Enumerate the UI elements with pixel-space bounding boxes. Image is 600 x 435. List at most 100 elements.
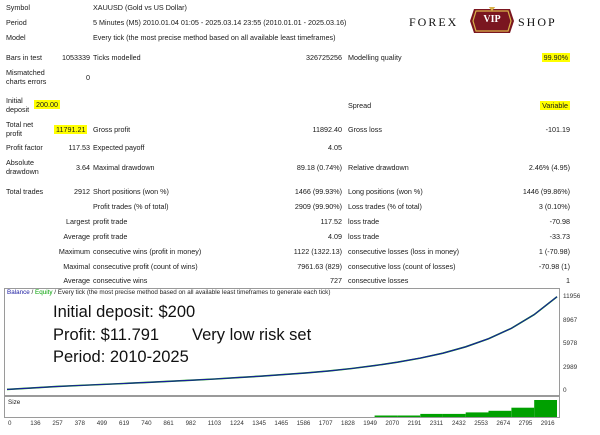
x-tick-label: 1707 [318,420,333,427]
net-label-2: profit [6,129,22,138]
x-tick-label: 378 [74,420,85,427]
x-tick-label: 1103 [207,420,222,427]
logo-badge-text: VIP [483,14,501,25]
gross-profit-label: Gross profit [93,125,131,134]
quality-highlight: 99.90% [541,53,570,62]
maximal-profit-value: 7961.63 (829) [297,262,342,271]
net-value: 11791.21 [54,125,88,134]
deposit-highlight: 200.00 [34,100,60,109]
mismatch-value: 0 [86,73,90,82]
x-tick-label: 1345 [252,420,266,427]
y-tick-label: 8967 [563,316,578,324]
payoff-label: Expected payoff [93,143,145,152]
size-bar [534,400,557,417]
logo-text-right: SHOP [518,15,557,29]
spread-value: Variable [510,101,570,110]
abs-dd-label-2: drawdown [6,167,39,176]
largest-loss-value: -70.98 [549,217,570,226]
x-tick-label: 1586 [296,420,311,427]
mismatch-label-1: Mismatched [6,68,45,77]
spread-label: Spread [348,101,372,110]
average-profit-label: profit trade [93,232,128,241]
deposit-label-1: Initial [6,96,23,105]
bars-label: Bars in test [6,53,42,62]
max-dd-value: 89.18 (0.74%) [296,163,342,172]
x-tick-label: 0 [8,420,12,427]
x-tick-label: 1465 [274,420,289,427]
gross-loss-label: Gross loss [348,125,382,134]
x-tick-label: 2432 [452,420,466,427]
largest-label: Largest [66,217,90,226]
gross-profit-value: 11892.40 [312,125,342,134]
quality-value: 99.90% [520,53,570,62]
max-wins-value: 1122 (1322.13) [293,247,342,256]
x-tick-label: 740 [141,420,152,427]
x-tick-label: 1828 [341,420,355,427]
size-bar [511,407,535,417]
overlay-risk: Very low risk set [192,326,312,344]
quality-label: Modelling quality [348,53,402,62]
x-tick-label: 257 [52,420,63,427]
ticks-label: Ticks modelled [93,53,141,62]
average2-label: Average [63,276,90,285]
symbol-label: Symbol [6,3,30,12]
loss-trades-value: 3 (0.10%) [538,202,570,211]
model-label: Model [6,33,26,42]
chart-header: Balance / Equity / Every tick (the most … [4,288,561,298]
bars-value: 1053339 [62,53,90,62]
x-tick-label: 2674 [496,420,511,427]
maximal-loss-label: consecutive loss (count of losses) [348,262,456,271]
y-tick-label: 0 [563,387,567,394]
x-tick-label: 2916 [540,420,555,427]
size-panel: Size [4,396,560,418]
max-dd-label: Maximal drawdown [93,163,155,172]
deposit-value: 200.00 [34,100,60,109]
maximal-label: Maximal [63,262,90,271]
max-losses-value: 1 (-70.98) [538,247,570,256]
x-tick-label: 2795 [518,420,533,427]
average-loss-label: loss trade [348,232,380,241]
trades-label: Total trades [6,187,44,196]
max-losses-label: consecutive losses (loss in money) [348,247,460,256]
average-label: Average [63,232,90,241]
profit-trades-value: 2909 (99.90%) [294,202,342,211]
x-tick-label: 499 [96,420,108,427]
max-wins-label: consecutive wins (profit in money) [93,247,202,256]
long-label: Long positions (won %) [348,187,423,196]
y-tick-label: 11956 [563,293,581,300]
average-loss-value: -33.73 [549,232,570,241]
pf-label: Profit factor [6,143,43,152]
x-tick-label: 2553 [474,420,488,427]
logo-text-left: FOREX [409,15,459,29]
payoff-value: 4.05 [328,143,342,152]
maximal-profit-label: consecutive profit (count of wins) [93,262,198,271]
x-tick-label: 1949 [363,420,377,427]
chart-header-rest: / Every tick (the most precise method ba… [52,289,331,296]
y-tick-label: 2989 [563,363,578,371]
size-svg [374,400,557,417]
spread-highlight: Variable [540,101,570,110]
rel-dd-label: Relative drawdown [348,163,409,172]
net-highlight: 11791.21 [54,125,88,134]
x-tick-label: 619 [119,420,130,427]
long-value: 1446 (99.86%) [522,187,570,196]
rel-dd-value: 2.46% (4.95) [528,163,570,172]
deposit-label-2: deposit [6,105,30,114]
overlay-deposit: Initial deposit: $200 [53,303,196,321]
short-value: 1466 (99.93%) [294,187,342,196]
forex-vip-shop-logo: FOREX VIP SHOP [409,7,563,35]
loss-trades-label: Loss trades (% of total) [348,202,422,211]
largest-loss-label: loss trade [348,217,380,226]
avg-wins-value: 727 [330,276,342,285]
largest-profit-label: profit trade [93,217,128,226]
trades-value: 2912 [74,187,90,196]
equity-legend: Equity [35,289,53,296]
y-tick-label: 5978 [563,340,578,347]
x-tick-label: 1224 [230,420,244,427]
x-tick-label: 982 [185,420,196,427]
avg-wins-label: consecutive wins [93,276,148,285]
x-tick-label: 2311 [429,420,444,427]
x-tick-label: 861 [163,420,174,427]
pf-value: 117.53 [68,143,90,152]
x-tick-label: 136 [30,420,41,427]
